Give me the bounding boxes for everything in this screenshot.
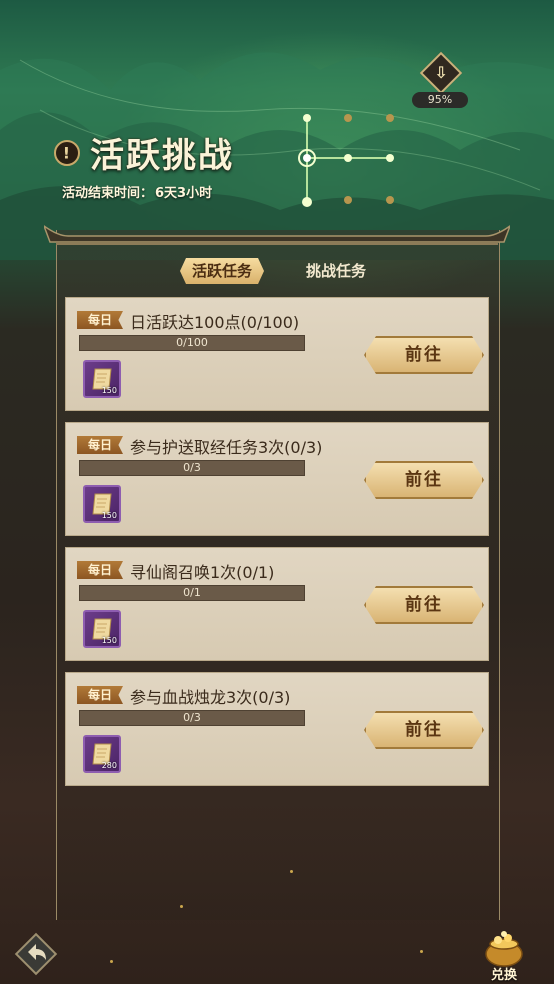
title-text: 活跃挑战 <box>90 136 234 176</box>
tab-bar: 活跃任务 挑战任务 <box>180 258 378 284</box>
go-button[interactable]: 前往 <box>364 586 484 624</box>
task-name: 日活跃达100点(0/100) <box>130 313 300 332</box>
task-card: 每日 日活跃达100点(0/100) 0/100 150 前往 <box>65 297 489 411</box>
exchange-button[interactable]: 兑换 <box>476 924 532 983</box>
tab-active-tasks[interactable]: 活跃任务 <box>180 258 264 284</box>
task-name: 寻仙阁召唤1次(0/1) <box>130 563 275 582</box>
reward-item[interactable]: 150 <box>83 485 121 523</box>
daily-tag: 每日 <box>77 561 123 579</box>
task-name: 参与护送取经任务3次(0/3) <box>130 438 323 457</box>
progress-percent: 95% <box>412 92 468 108</box>
back-button[interactable] <box>12 930 60 978</box>
treasure-pot-icon <box>485 931 523 967</box>
task-card: 每日 寻仙阁召唤1次(0/1) 0/1 150 前往 <box>65 547 489 661</box>
sparkle <box>420 950 423 953</box>
daily-tag: 每日 <box>77 686 123 704</box>
page-title: ! 活跃挑战 <box>48 128 234 177</box>
progress-text: 0/3 <box>183 461 201 474</box>
reward-quantity: 150 <box>101 386 117 395</box>
reward-item[interactable]: 150 <box>83 360 121 398</box>
down-arrow-icon: ⇩ <box>434 63 448 82</box>
task-card: 每日 参与护送取经任务3次(0/3) 0/3 150 前往 <box>65 422 489 536</box>
daily-tag: 每日 <box>77 311 123 329</box>
go-button[interactable]: 前往 <box>364 711 484 749</box>
go-button[interactable]: 前往 <box>364 336 484 374</box>
panel-roof-frame <box>44 225 510 245</box>
title-exclamation-icon: ! <box>48 134 86 171</box>
sparkle <box>110 960 113 963</box>
reward-item[interactable]: 150 <box>83 610 121 648</box>
reward-quantity: 150 <box>101 511 117 520</box>
activity-progress-badge[interactable]: ⇩ 95% <box>412 51 468 112</box>
task-progress-bar: 0/3 <box>79 710 305 726</box>
task-progress-bar: 0/3 <box>79 460 305 476</box>
exchange-label: 兑换 <box>490 968 517 983</box>
tab-challenge-tasks[interactable]: 挑战任务 <box>294 258 378 284</box>
reward-item[interactable]: 280 <box>83 735 121 773</box>
task-card: 每日 参与血战烛龙3次(0/3) 0/3 280 前往 <box>65 672 489 786</box>
progress-text: 0/1 <box>183 586 201 599</box>
sparkle <box>180 905 183 908</box>
task-progress-bar: 0/1 <box>79 585 305 601</box>
reward-quantity: 150 <box>101 636 117 645</box>
task-name: 参与血战烛龙3次(0/3) <box>130 688 291 707</box>
progress-text: 0/3 <box>183 711 201 724</box>
reward-quantity: 280 <box>101 761 117 770</box>
sparkle <box>290 870 293 873</box>
task-progress-bar: 0/100 <box>79 335 305 351</box>
daily-tag: 每日 <box>77 436 123 454</box>
progress-text: 0/100 <box>176 336 208 349</box>
end-time-label: 活动结束时间： <box>62 186 154 201</box>
end-time: 活动结束时间： 6天3小时 <box>62 182 212 201</box>
end-time-value: 6天3小时 <box>155 186 213 201</box>
go-button[interactable]: 前往 <box>364 461 484 499</box>
back-arrow-icon <box>14 932 58 976</box>
